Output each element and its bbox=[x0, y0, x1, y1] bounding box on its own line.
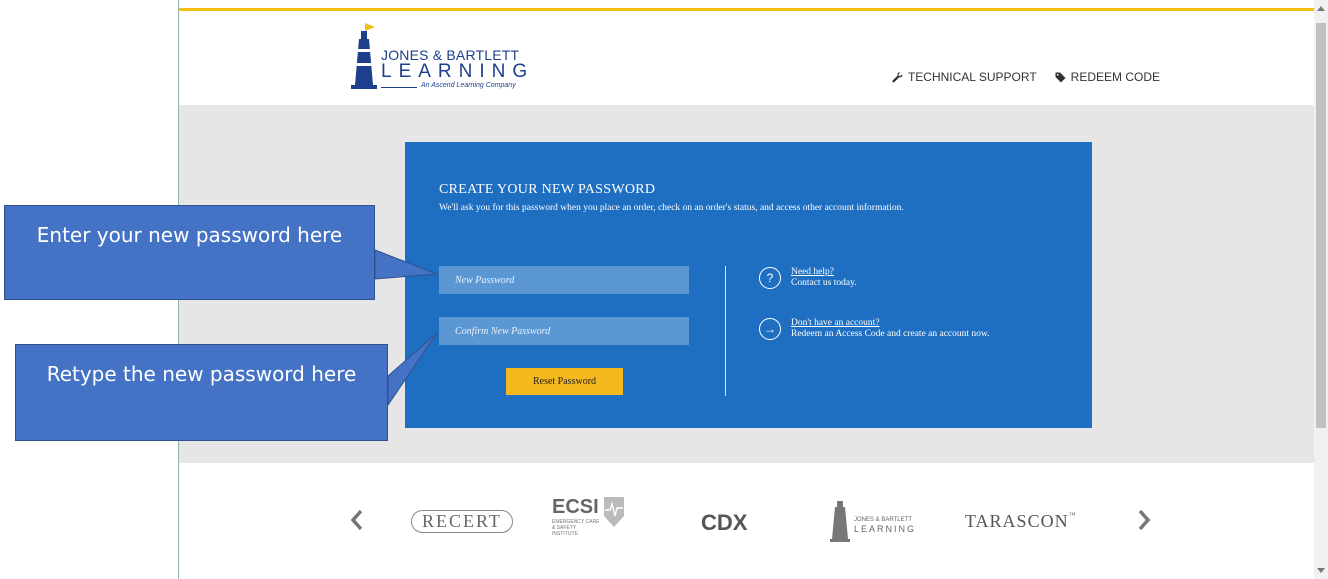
logo-divider bbox=[381, 87, 417, 88]
brand-ecsi-logo[interactable]: ECSI EMERGENCY CARE & SAFETY INSTITUTE bbox=[552, 496, 632, 542]
logo-tagline: An Ascend Learning Company bbox=[421, 82, 516, 89]
brand-recert-logo[interactable]: RECERT bbox=[411, 510, 513, 533]
need-help-link[interactable]: Need help? bbox=[791, 267, 857, 278]
redeem-access-code-text: Redeem an Access Code and create an acco… bbox=[791, 329, 990, 339]
logo-name-line2: LEARNING bbox=[381, 61, 535, 82]
trademark-mark: ™ bbox=[1068, 511, 1077, 519]
no-account-item: → Don't have an account? Redeem an Acces… bbox=[759, 318, 990, 340]
jb-name-line1: JONES & BARTLETT bbox=[854, 517, 912, 523]
technical-support-link[interactable]: TECHNICAL SUPPORT bbox=[892, 70, 1037, 84]
new-password-input[interactable] bbox=[439, 266, 689, 294]
scroll-up-arrow-icon[interactable] bbox=[1317, 6, 1325, 11]
no-account-link[interactable]: Don't have an account? bbox=[791, 318, 990, 329]
ecsi-subtitle: EMERGENCY CARE & SAFETY INSTITUTE bbox=[552, 519, 600, 537]
wrench-icon bbox=[892, 71, 903, 82]
arrow-right-circle-icon: → bbox=[759, 318, 781, 340]
callout-retype-password: Retype the new password here bbox=[15, 344, 388, 441]
lighthouse-icon bbox=[351, 23, 377, 89]
chevron-left-icon[interactable] bbox=[350, 509, 364, 531]
tarascon-name: TARASCON bbox=[965, 511, 1069, 531]
lighthouse-icon bbox=[830, 501, 850, 542]
question-circle-icon: ? bbox=[759, 267, 781, 289]
no-account-text: Don't have an account? Redeem an Access … bbox=[791, 318, 990, 340]
ecg-shield-icon bbox=[604, 497, 624, 527]
brand-jones-bartlett-logo[interactable]: JONES & BARTLETT LEARNING bbox=[830, 499, 930, 543]
reset-password-button[interactable]: Reset Password bbox=[506, 368, 623, 395]
vertical-divider bbox=[725, 266, 726, 396]
confirm-password-input[interactable] bbox=[439, 317, 689, 345]
scroll-down-arrow-icon[interactable] bbox=[1317, 568, 1325, 573]
chevron-right-icon[interactable] bbox=[1137, 509, 1151, 531]
card-subtitle: We'll ask you for this password when you… bbox=[439, 203, 904, 213]
need-help-item: ? Need help? Contact us today. bbox=[759, 267, 857, 289]
jb-name-line2: LEARNING bbox=[854, 524, 917, 534]
redeem-code-link[interactable]: REDEEM CODE bbox=[1055, 70, 1160, 84]
card-title: CREATE YOUR NEW PASSWORD bbox=[439, 182, 656, 197]
vertical-scrollbar[interactable] bbox=[1314, 0, 1328, 579]
brand-carousel: RECERT ECSI EMERGENCY CARE & SAFETY INST… bbox=[179, 463, 1314, 579]
contact-us-text: Contact us today. bbox=[791, 278, 857, 288]
tag-icon bbox=[1055, 71, 1066, 83]
create-password-card: CREATE YOUR NEW PASSWORD We'll ask you f… bbox=[405, 142, 1092, 428]
callout-enter-password: Enter your new password here bbox=[4, 205, 375, 300]
technical-support-label: TECHNICAL SUPPORT bbox=[907, 70, 1037, 84]
ecsi-name: ECSI bbox=[552, 496, 599, 518]
scroll-thumb[interactable] bbox=[1316, 23, 1326, 428]
redeem-code-label: REDEEM CODE bbox=[1070, 70, 1160, 84]
header-nav: TECHNICAL SUPPORT REDEEM CODE bbox=[892, 70, 1160, 84]
need-help-text: Need help? Contact us today. bbox=[791, 267, 857, 289]
jones-bartlett-logo[interactable]: JONES & BARTLETT LEARNING An Ascend Lear… bbox=[351, 21, 531, 93]
brand-tarascon-logo[interactable]: TARASCON™ bbox=[965, 511, 1076, 532]
brand-cdx-logo[interactable]: CDX bbox=[701, 510, 747, 536]
site-header: JONES & BARTLETT LEARNING An Ascend Lear… bbox=[179, 11, 1314, 105]
